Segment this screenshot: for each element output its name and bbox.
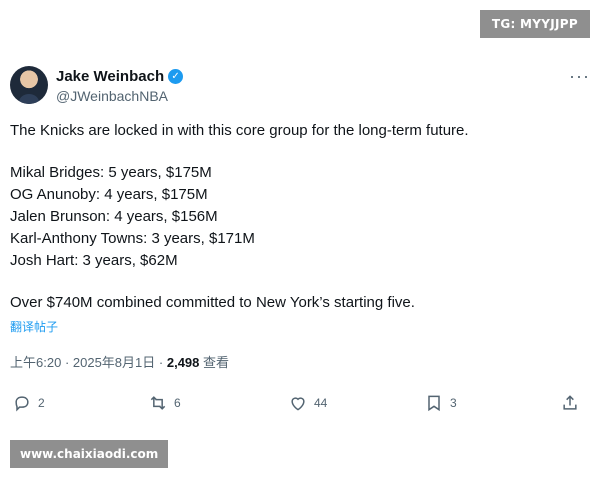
tweet-conclusion: Over $740M combined committed to New Yor… bbox=[10, 294, 415, 311]
meta-separator: · bbox=[158, 355, 167, 370]
avatar[interactable] bbox=[10, 66, 48, 104]
share-icon bbox=[563, 395, 577, 410]
tweet-intro: The Knicks are locked in with this core … bbox=[10, 122, 469, 139]
contract-line: Mikal Bridges: 5 years, $175M bbox=[10, 164, 212, 181]
meta-separator: · bbox=[64, 355, 73, 370]
tweet-card: Jake Weinbach ✓ @JWeinbachNBA ··· The Kn… bbox=[10, 60, 590, 412]
display-name[interactable]: Jake Weinbach bbox=[56, 68, 164, 85]
reply-count: 2 bbox=[38, 396, 45, 410]
contract-line: Josh Hart: 3 years, $62M bbox=[10, 252, 178, 269]
tweet-date[interactable]: 2025年8月1日 bbox=[73, 355, 155, 370]
like-count: 44 bbox=[314, 396, 328, 410]
repost-icon bbox=[150, 396, 166, 410]
like-button[interactable]: 44 bbox=[288, 393, 327, 413]
views-label: 查看 bbox=[203, 355, 230, 370]
translate-link[interactable]: 翻译帖子 bbox=[10, 316, 590, 338]
action-bar: 2 6 44 3 bbox=[10, 393, 590, 421]
bookmark-count: 3 bbox=[450, 396, 457, 410]
contract-line: Karl-Anthony Towns: 3 years, $171M bbox=[10, 230, 255, 247]
reply-icon bbox=[15, 396, 29, 412]
contract-list: Mikal Bridges: 5 years, $175M OG Anunoby… bbox=[10, 162, 590, 272]
handle[interactable]: @JWeinbachNBA bbox=[56, 88, 168, 104]
tweet-time[interactable]: 上午6:20 bbox=[10, 355, 61, 370]
reply-button[interactable]: 2 bbox=[12, 393, 45, 413]
contract-line: OG Anunoby: 4 years, $175M bbox=[10, 186, 208, 203]
repost-button[interactable]: 6 bbox=[148, 393, 181, 413]
tweet-header: Jake Weinbach ✓ @JWeinbachNBA ··· bbox=[10, 60, 590, 108]
more-icon[interactable]: ··· bbox=[569, 66, 590, 87]
tweet-body: The Knicks are locked in with this core … bbox=[10, 120, 590, 338]
share-button[interactable] bbox=[560, 393, 586, 413]
verified-icon: ✓ bbox=[168, 69, 184, 84]
repost-count: 6 bbox=[174, 396, 181, 410]
watermark-tg: TG: MYYJJPP bbox=[479, 10, 590, 38]
tweet-meta: 上午6:20 · 2025年8月1日 · 2,498 查看 bbox=[10, 352, 590, 371]
name-row: Jake Weinbach ✓ bbox=[56, 68, 184, 85]
bookmark-button[interactable]: 3 bbox=[424, 393, 457, 413]
views-count: 2,498 bbox=[166, 355, 200, 370]
watermark-site: www.chaixiaodi.com bbox=[10, 440, 169, 468]
like-icon bbox=[291, 397, 305, 411]
contract-line: Jalen Brunson: 4 years, $156M bbox=[10, 208, 218, 225]
bookmark-icon bbox=[428, 395, 440, 412]
